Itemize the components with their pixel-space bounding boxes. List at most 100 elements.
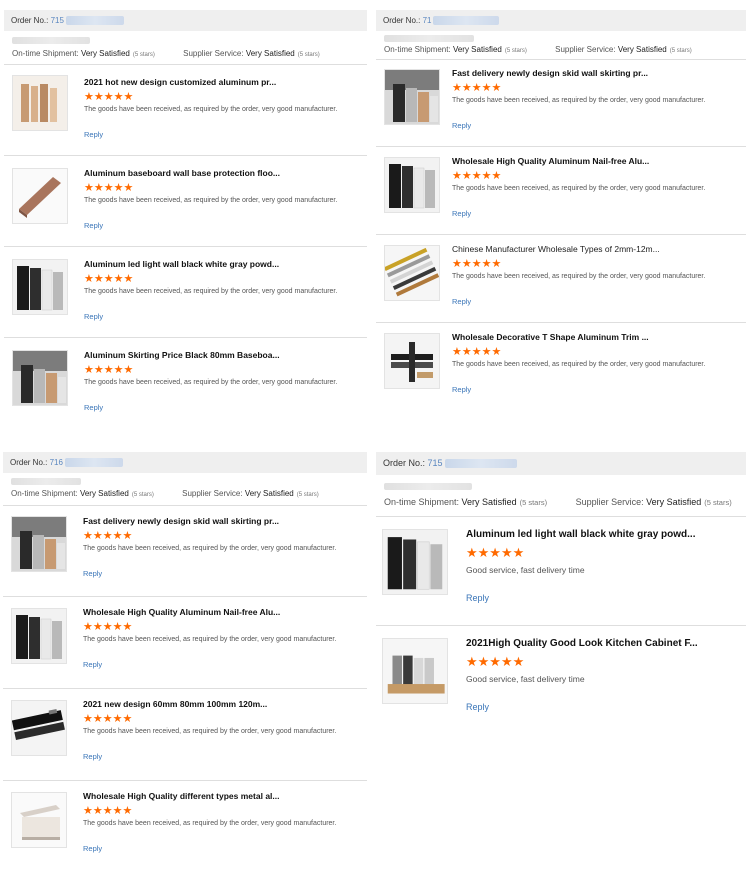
rating-stars: ★★★★★ bbox=[84, 273, 134, 285]
product-title[interactable]: Fast delivery newly design skid wall ski… bbox=[452, 68, 742, 78]
review-item: Wholesale High Quality different types m… bbox=[3, 781, 367, 863]
product-title[interactable]: Aluminum led light wall black white gray… bbox=[84, 259, 363, 269]
rating-stars: ★★★★★ bbox=[84, 364, 134, 376]
review-item: Chinese Manufacturer Wholesale Types of … bbox=[376, 235, 746, 323]
review-panel-1: Order No.: 715 On-time Shipment: Very Sa… bbox=[4, 10, 367, 420]
rating-stars: ★★★★★ bbox=[84, 182, 134, 194]
review-comment: The goods have been received, as require… bbox=[84, 197, 338, 204]
product-thumbnail[interactable] bbox=[382, 529, 448, 595]
redacted-order-mask bbox=[65, 16, 124, 26]
rating-stars: ★★★★★ bbox=[452, 170, 502, 182]
review-panel-2: Order No.: 71 On-time Shipment: Very Sat… bbox=[376, 10, 746, 403]
rating-stars: ★★★★★ bbox=[452, 346, 502, 358]
review-comment: The goods have been received, as require… bbox=[452, 185, 706, 192]
redacted-buyer-name bbox=[11, 478, 81, 485]
reply-link[interactable]: Reply bbox=[452, 209, 742, 218]
product-thumbnail[interactable] bbox=[12, 259, 68, 315]
reply-link[interactable]: Reply bbox=[83, 752, 363, 761]
product-title[interactable]: Wholesale High Quality different types m… bbox=[83, 791, 363, 801]
product-thumbnail[interactable] bbox=[12, 168, 68, 224]
reply-link[interactable]: Reply bbox=[83, 569, 363, 578]
product-thumbnail[interactable] bbox=[384, 157, 440, 213]
product-thumbnail[interactable] bbox=[11, 792, 67, 848]
review-item: Wholesale High Quality Aluminum Nail-fre… bbox=[376, 147, 746, 235]
product-title[interactable]: Chinese Manufacturer Wholesale Types of … bbox=[452, 244, 742, 254]
redacted-order-mask bbox=[444, 459, 517, 469]
product-thumbnail[interactable] bbox=[382, 638, 448, 704]
product-title[interactable]: Aluminum Skirting Price Black 80mm Baseb… bbox=[84, 350, 363, 360]
product-thumbnail[interactable] bbox=[12, 75, 68, 131]
order-bar: Order No.: 715 bbox=[4, 10, 367, 31]
redacted-buyer-name bbox=[12, 37, 90, 44]
rating-stars: ★★★★★ bbox=[83, 805, 133, 817]
reply-link[interactable]: Reply bbox=[452, 385, 742, 394]
satisfaction-row: On-time Shipment: Very Satisfied (5 stars… bbox=[11, 489, 319, 498]
review-comment: The goods have been received, as require… bbox=[83, 820, 337, 827]
product-title[interactable]: Wholesale High Quality Aluminum Nail-fre… bbox=[452, 156, 742, 166]
redacted-buyer-name bbox=[384, 35, 474, 42]
review-comment: The goods have been received, as require… bbox=[83, 636, 337, 643]
review-comment: The goods have been received, as require… bbox=[84, 379, 338, 386]
product-title[interactable]: Aluminum led light wall black white gray… bbox=[466, 529, 742, 540]
reply-link[interactable]: Reply bbox=[83, 660, 363, 669]
order-number[interactable]: 716 bbox=[50, 458, 63, 467]
reply-link[interactable]: Reply bbox=[84, 221, 363, 230]
satisfaction-row: On-time Shipment: Very Satisfied (5 stars… bbox=[12, 49, 320, 58]
satisfaction-row: On-time Shipment: Very Satisfied (5 stars… bbox=[384, 45, 692, 54]
rating-stars: ★★★★★ bbox=[452, 258, 502, 270]
order-bar: Order No.: 71 bbox=[376, 10, 746, 31]
rating-stars: ★★★★★ bbox=[83, 621, 133, 633]
reply-link[interactable]: Reply bbox=[452, 297, 742, 306]
order-bar: Order No.: 716 bbox=[3, 452, 367, 473]
review-comment: The goods have been received, as require… bbox=[84, 288, 338, 295]
product-title[interactable]: 2021 hot new design customized aluminum … bbox=[84, 77, 363, 87]
product-title[interactable]: Wholesale Decorative T Shape Aluminum Tr… bbox=[452, 332, 742, 342]
review-panel-4: Order No.: 715 On-time Shipment: Very Sa… bbox=[376, 452, 746, 726]
review-item: 2021 new design 60mm 80mm 100mm 120m... … bbox=[3, 689, 367, 781]
reply-link[interactable]: Reply bbox=[84, 130, 363, 139]
reply-link[interactable]: Reply bbox=[466, 593, 742, 603]
review-item: Aluminum Skirting Price Black 80mm Baseb… bbox=[4, 338, 367, 420]
review-item: Aluminum led light wall black white gray… bbox=[376, 517, 746, 626]
product-title[interactable]: Wholesale High Quality Aluminum Nail-fre… bbox=[83, 607, 363, 617]
product-thumbnail[interactable] bbox=[11, 516, 67, 572]
review-item: Aluminum baseboard wall base protection … bbox=[4, 156, 367, 247]
reply-link[interactable]: Reply bbox=[466, 702, 742, 712]
review-comment: The goods have been received, as require… bbox=[84, 106, 338, 113]
review-item: 2021High Quality Good Look Kitchen Cabin… bbox=[376, 626, 746, 726]
reply-link[interactable]: Reply bbox=[84, 403, 363, 412]
product-thumbnail[interactable] bbox=[11, 608, 67, 664]
review-item: Wholesale Decorative T Shape Aluminum Tr… bbox=[376, 323, 746, 403]
rating-stars: ★★★★★ bbox=[466, 654, 525, 669]
product-title[interactable]: 2021 new design 60mm 80mm 100mm 120m... bbox=[83, 699, 363, 709]
order-bar: Order No.: 715 bbox=[376, 452, 746, 475]
order-number[interactable]: 715 bbox=[428, 458, 443, 468]
reply-link[interactable]: Reply bbox=[83, 844, 363, 853]
rating-stars: ★★★★★ bbox=[452, 82, 502, 94]
review-comment: The goods have been received, as require… bbox=[83, 728, 337, 735]
order-number[interactable]: 71 bbox=[423, 16, 432, 25]
review-item: 2021 hot new design customized aluminum … bbox=[4, 65, 367, 156]
product-thumbnail[interactable] bbox=[384, 69, 440, 125]
satisfaction-row: On-time Shipment: Very Satisfied (5 stars… bbox=[384, 497, 732, 507]
review-comment: The goods have been received, as require… bbox=[452, 273, 706, 280]
product-title[interactable]: 2021High Quality Good Look Kitchen Cabin… bbox=[466, 638, 742, 649]
review-comment: The goods have been received, as require… bbox=[452, 361, 706, 368]
review-item: Aluminum led light wall black white gray… bbox=[4, 247, 367, 338]
order-number[interactable]: 715 bbox=[51, 16, 64, 25]
product-thumbnail[interactable] bbox=[11, 700, 67, 756]
product-thumbnail[interactable] bbox=[384, 245, 440, 301]
redacted-order-mask bbox=[64, 458, 123, 468]
rating-stars: ★★★★★ bbox=[83, 530, 133, 542]
redacted-buyer-name bbox=[384, 483, 472, 490]
rating-stars: ★★★★★ bbox=[83, 713, 133, 725]
product-thumbnail[interactable] bbox=[384, 333, 440, 389]
product-thumbnail[interactable] bbox=[12, 350, 68, 406]
product-title[interactable]: Aluminum baseboard wall base protection … bbox=[84, 168, 363, 178]
reply-link[interactable]: Reply bbox=[84, 312, 363, 321]
product-title[interactable]: Fast delivery newly design skid wall ski… bbox=[83, 516, 363, 526]
review-item: Fast delivery newly design skid wall ski… bbox=[3, 506, 367, 597]
redacted-order-mask bbox=[433, 16, 500, 26]
reply-link[interactable]: Reply bbox=[452, 121, 742, 130]
review-comment: The goods have been received, as require… bbox=[83, 545, 337, 552]
